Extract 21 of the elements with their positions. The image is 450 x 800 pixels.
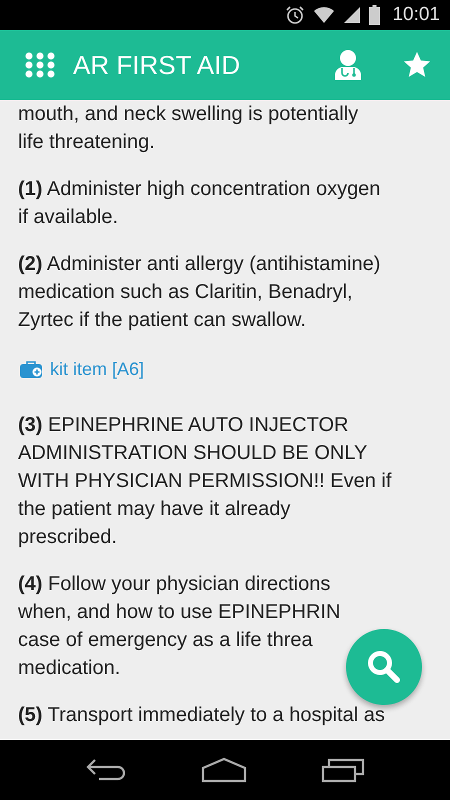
medical-kit-icon[interactable] bbox=[20, 360, 42, 378]
alarm-icon bbox=[285, 5, 306, 25]
clock-time: 10:01 bbox=[392, 4, 440, 26]
back-icon[interactable] bbox=[85, 757, 127, 783]
kit-item-link[interactable]: kit item [A6] bbox=[50, 355, 144, 383]
app-title: AR FIRST AID bbox=[73, 50, 242, 80]
instruction-paragraph: (5) Transport immediately to a hospital as bbox=[18, 703, 385, 728]
instruction-paragraph: mouth, and neck swelling is potentially life threatening. bbox=[18, 102, 358, 155]
search-button[interactable] bbox=[346, 629, 422, 705]
doctor-icon[interactable] bbox=[332, 49, 364, 81]
instruction-paragraph: (1) Administer high concentration oxygen if available. bbox=[18, 177, 380, 230]
wifi-icon bbox=[313, 6, 336, 24]
instruction-paragraph: (4) Follow your physician directions when, and how to use EPINEPHRIN case of emergency as a life threa medication. bbox=[18, 572, 340, 681]
signal-icon bbox=[343, 6, 362, 24]
search-icon bbox=[365, 648, 403, 686]
battery-icon bbox=[369, 5, 380, 25]
home-icon[interactable] bbox=[201, 757, 247, 783]
instruction-paragraph: (3) EPINEPHRINE AUTO INJECTOR ADMINISTRATION SHOULD BE ONLY WITH PHYSICIAN PERMISSION!! Even if the patient may have it already prescribed. bbox=[18, 413, 392, 550]
instruction-paragraph: (2) Administer anti allergy (antihistamine) medication such as Claritin, Benadryl, Zyrtec if the patient can swallow. bbox=[18, 252, 380, 333]
apps-grid-icon[interactable] bbox=[25, 52, 55, 78]
recent-apps-icon[interactable] bbox=[321, 757, 365, 783]
